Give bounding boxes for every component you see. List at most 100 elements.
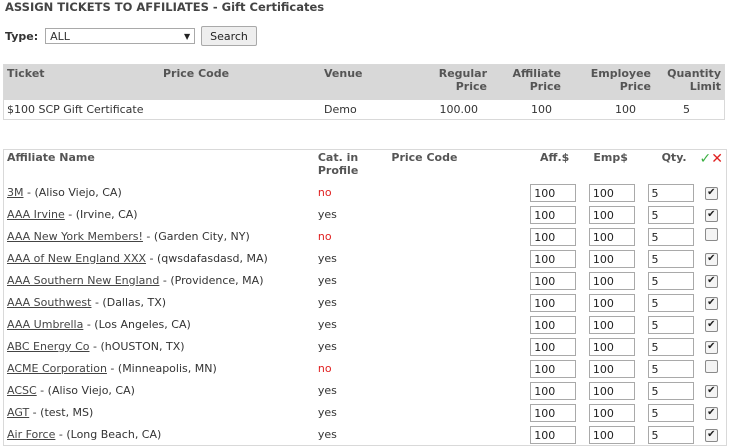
affiliate-location: - (Irvine, CA) — [64, 207, 138, 221]
select-checkbox[interactable]: ✔ — [704, 296, 718, 310]
aff-price-input[interactable] — [530, 228, 577, 246]
search-button[interactable]: Search — [201, 26, 257, 46]
select-checkbox[interactable] — [704, 360, 718, 373]
price-code-cell — [385, 379, 520, 401]
affiliate-link[interactable]: AAA of New England XXX — [7, 252, 146, 265]
aff-price-input[interactable] — [530, 294, 577, 312]
affiliates-table-header: Affiliate Name Cat. in Profile Price Cod… — [4, 150, 727, 182]
col-emp-price: Emp$ — [593, 151, 628, 164]
affiliate-name-cell: 3M - (Aliso Viejo, CA) — [4, 181, 315, 203]
qty-input[interactable] — [647, 294, 694, 312]
affiliate-row: ABC Energy Co - (hOUSTON, TX)yes✔ — [4, 335, 727, 357]
aff-price-input[interactable] — [530, 316, 577, 334]
aff-price-input[interactable] — [530, 250, 577, 268]
emp-price-input[interactable] — [588, 360, 635, 378]
type-filter-row: Type: ALL ▼ Search — [5, 26, 257, 46]
cat-in-profile-value: yes — [317, 427, 337, 441]
select-checkbox[interactable]: ✔ — [704, 340, 718, 354]
affiliate-link[interactable]: AAA Southwest — [7, 296, 91, 309]
affiliate-row: AAA Southern New England - (Providence, … — [4, 269, 727, 291]
affiliate-row: 3M - (Aliso Viejo, CA)no✔ — [4, 181, 727, 203]
emp-price-input[interactable] — [588, 316, 635, 334]
qty-input[interactable] — [647, 184, 694, 202]
emp-price-input[interactable] — [588, 228, 635, 246]
col-employee-price: Employee Price — [564, 64, 654, 100]
select-checkbox[interactable] — [704, 228, 718, 241]
ticket-quantity-limit: 5 — [683, 103, 690, 116]
select-checkbox[interactable]: ✔ — [704, 208, 718, 222]
affiliate-link[interactable]: AAA Southern New England — [7, 274, 159, 287]
affiliate-link[interactable]: Air Force — [7, 428, 55, 441]
affiliate-name-cell: AAA New York Members! - (Garden City, NY… — [4, 225, 315, 247]
affiliate-location: - (Providence, MA) — [159, 273, 264, 287]
aff-price-input[interactable] — [530, 404, 577, 422]
qty-input[interactable] — [647, 338, 694, 356]
uncheck-all-icon[interactable]: ✕ — [711, 151, 723, 167]
select-checkbox[interactable]: ✔ — [704, 384, 718, 398]
emp-price-input[interactable] — [588, 404, 635, 422]
select-checkbox[interactable]: ✔ — [704, 318, 718, 332]
emp-price-input[interactable] — [588, 184, 635, 202]
select-checkbox[interactable]: ✔ — [704, 252, 718, 266]
affiliate-name-cell: AAA Umbrella - (Los Angeles, CA) — [4, 313, 315, 335]
aff-price-input[interactable] — [530, 360, 577, 378]
select-checkbox[interactable]: ✔ — [704, 428, 718, 442]
price-code-cell — [385, 401, 520, 423]
qty-input[interactable] — [647, 316, 694, 334]
cat-in-profile-value: yes — [317, 251, 337, 265]
affiliate-name-cell: AAA Irvine - (Irvine, CA) — [4, 203, 315, 225]
emp-price-input[interactable] — [588, 272, 635, 290]
qty-input[interactable] — [647, 272, 694, 290]
col-price-code: Price Code — [391, 151, 458, 164]
select-checkbox[interactable]: ✔ — [704, 186, 718, 200]
cat-in-profile-value: yes — [317, 383, 337, 397]
aff-price-input[interactable] — [530, 206, 577, 224]
select-checkbox[interactable]: ✔ — [704, 274, 718, 288]
affiliate-link[interactable]: AGT — [7, 406, 29, 419]
qty-input[interactable] — [647, 426, 694, 444]
qty-input[interactable] — [647, 382, 694, 400]
affiliate-link[interactable]: AAA New York Members! — [7, 230, 143, 243]
aff-price-input[interactable] — [530, 382, 577, 400]
col-venue: Venue — [321, 64, 409, 100]
affiliate-location: - (test, MS) — [29, 405, 94, 419]
check-all-icon[interactable]: ✓ — [700, 151, 712, 167]
emp-price-input[interactable] — [588, 426, 635, 444]
affiliate-name-cell: AGT - (test, MS) — [4, 401, 315, 423]
affiliate-link[interactable]: ABC Energy Co — [7, 340, 89, 353]
affiliate-name-cell: ACSC - (Aliso Viejo, CA) — [4, 379, 315, 401]
qty-input[interactable] — [647, 404, 694, 422]
affiliate-link[interactable]: AAA Irvine — [7, 208, 65, 221]
qty-input[interactable] — [647, 206, 694, 224]
cat-in-profile-value: no — [317, 361, 332, 375]
affiliate-location: - (Aliso Viejo, CA) — [36, 383, 135, 397]
type-label: Type: — [5, 29, 39, 43]
aff-price-input[interactable] — [530, 184, 577, 202]
ticket-employee-price: 100 — [615, 103, 636, 116]
col-quantity-limit: Quantity Limit — [654, 64, 725, 100]
affiliate-row: AAA Umbrella - (Los Angeles, CA)yes✔ — [4, 313, 727, 335]
col-qty: Qty. — [661, 151, 687, 164]
affiliate-link[interactable]: 3M — [7, 186, 24, 199]
qty-input[interactable] — [647, 360, 694, 378]
emp-price-input[interactable] — [588, 382, 635, 400]
emp-price-input[interactable] — [588, 250, 635, 268]
qty-input[interactable] — [647, 228, 694, 246]
affiliate-row: ACME Corporation - (Minneapolis, MN) no — [4, 357, 727, 379]
col-affiliate-price: Affiliate Price — [490, 64, 564, 100]
emp-price-input[interactable] — [588, 206, 635, 224]
affiliate-link[interactable]: AAA Umbrella — [7, 318, 83, 331]
affiliate-link[interactable]: ACME Corporation — [7, 362, 107, 375]
qty-input[interactable] — [647, 250, 694, 268]
aff-price-input[interactable] — [530, 272, 577, 290]
select-checkbox[interactable]: ✔ — [704, 406, 718, 420]
emp-price-input[interactable] — [588, 338, 635, 356]
affiliate-location: - (Long Beach, CA) — [55, 427, 162, 441]
type-select[interactable]: ALL ▼ — [45, 28, 196, 44]
cat-in-profile-value: yes — [317, 295, 337, 309]
col-cat-in-profile: Cat. in Profile — [317, 151, 359, 177]
aff-price-input[interactable] — [530, 338, 577, 356]
affiliate-link[interactable]: ACSC — [7, 384, 37, 397]
aff-price-input[interactable] — [530, 426, 577, 444]
emp-price-input[interactable] — [588, 294, 635, 312]
